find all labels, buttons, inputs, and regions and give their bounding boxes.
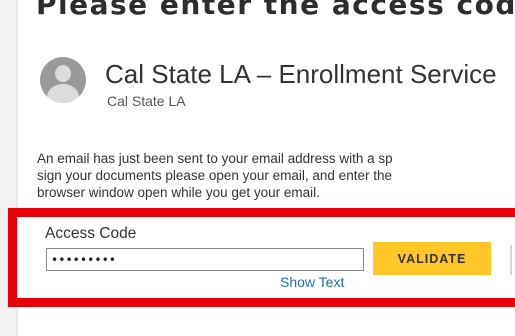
page-title: Please enter the access code [36, 0, 515, 21]
user-avatar-icon [40, 57, 86, 103]
sender-name: Cal State LA – Enrollment Service [105, 59, 497, 89]
message-line: browser window open while you get your e… [37, 185, 320, 200]
avatar-head [55, 65, 71, 82]
message-line: An email has just been sent to your emai… [37, 151, 393, 166]
message-line: sign your documents please open your ema… [37, 168, 392, 183]
sender-organization: Cal State LA [107, 93, 186, 109]
avatar-body [47, 84, 79, 103]
highlight-annotation-box [8, 208, 515, 307]
instruction-message: An email has just been sent to your emai… [37, 150, 515, 201]
